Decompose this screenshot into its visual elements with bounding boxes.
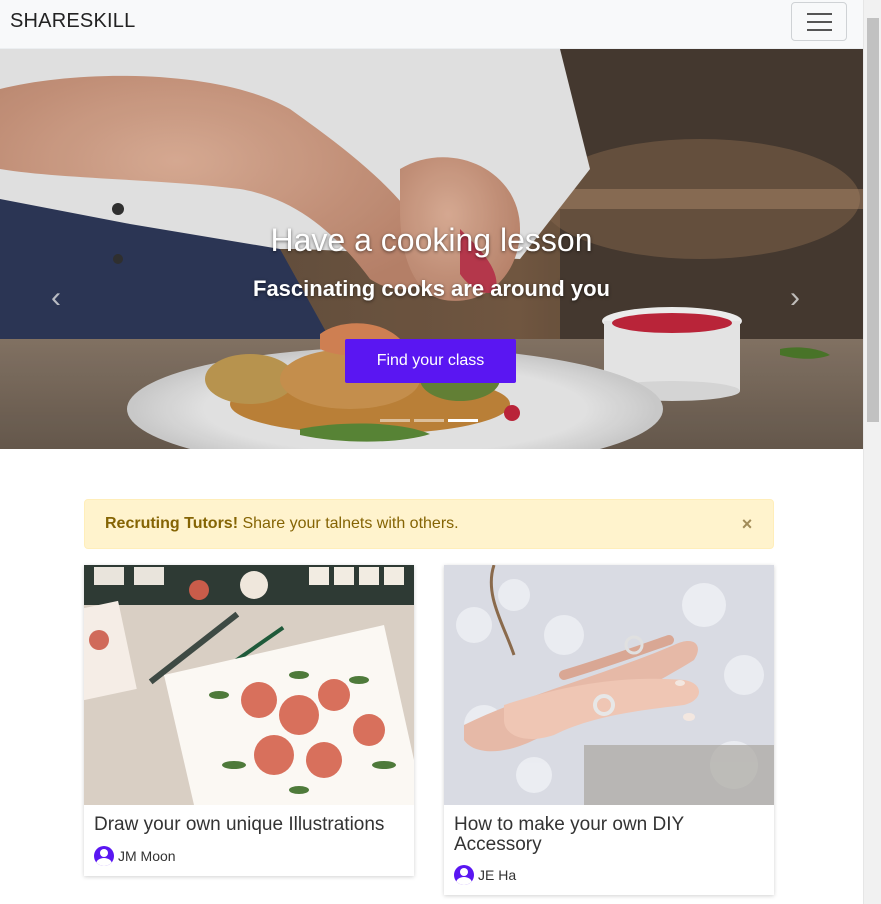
scrollbar-thumb[interactable] xyxy=(867,18,879,422)
author-name: JM Moon xyxy=(118,848,176,864)
class-card-title[interactable]: Draw your own unique Illustrations xyxy=(94,815,404,835)
user-avatar-icon xyxy=(94,846,114,866)
close-icon: × xyxy=(741,514,753,534)
alert-message: Recruting Tutors! Share your talnets wit… xyxy=(105,515,459,533)
class-card-title[interactable]: How to make your own DIY Accessory xyxy=(454,815,764,855)
alert-strong-text: Recruting Tutors! xyxy=(105,515,239,532)
hero-subtitle: Fascinating cooks are around you xyxy=(253,276,610,301)
class-card-author: JM Moon xyxy=(94,846,176,866)
class-card-image xyxy=(444,565,774,805)
class-card[interactable]: How to make your own DIY Accessory JE Ha xyxy=(444,565,774,895)
carousel-indicators xyxy=(380,419,478,422)
hero-carousel: ‹ › Have a cooking lesson Fascinating co… xyxy=(0,49,863,449)
author-name: JE Ha xyxy=(478,867,517,883)
page-scrollbar[interactable] xyxy=(863,0,881,904)
carousel-indicator-1[interactable] xyxy=(380,419,410,422)
hero-title: Have a cooking lesson xyxy=(270,222,593,258)
navbar: SHARESKILL xyxy=(0,0,863,49)
carousel-indicator-3[interactable] xyxy=(448,419,478,422)
find-class-button[interactable]: Find your class xyxy=(345,339,516,383)
carousel-indicator-2[interactable] xyxy=(414,419,444,422)
brand-logo[interactable]: SHARESKILL xyxy=(10,10,135,33)
class-card[interactable]: Draw your own unique Illustrations JM Mo… xyxy=(84,565,414,876)
user-avatar-icon xyxy=(454,865,474,885)
page-viewport: SHARESKILL ‹ › Have a cooking lesson Fas… xyxy=(0,0,863,904)
recruiting-alert: Recruting Tutors! Share your talnets wit… xyxy=(84,499,774,549)
class-card-image xyxy=(84,565,414,805)
alert-body-text: Share your talnets with others. xyxy=(238,515,459,532)
class-card-author: JE Ha xyxy=(454,865,516,885)
navbar-toggle-button[interactable] xyxy=(791,2,847,41)
alert-close-button[interactable]: × xyxy=(737,512,757,536)
